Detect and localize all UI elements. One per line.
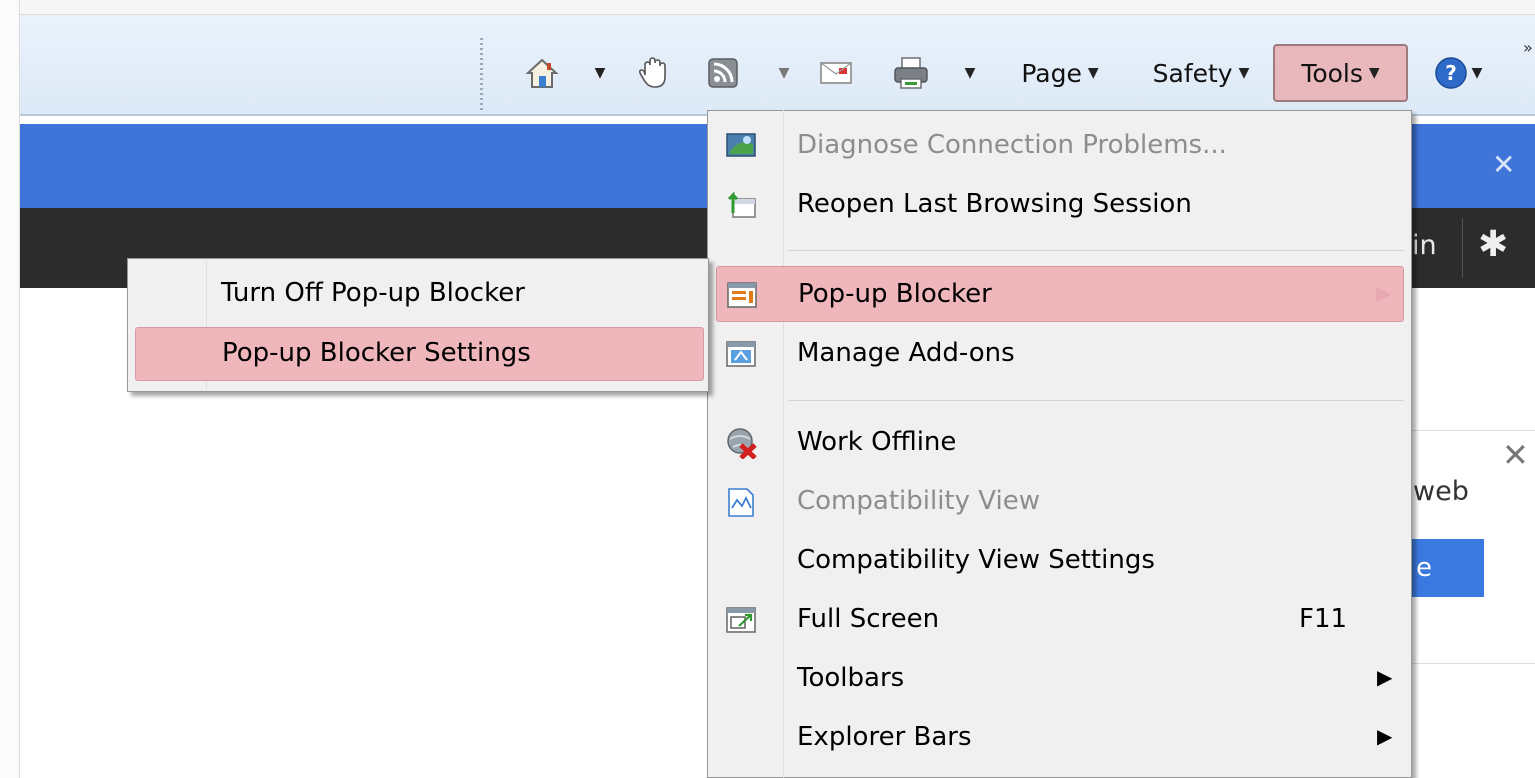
print-button[interactable] xyxy=(888,50,934,96)
home-dropdown-arrow[interactable]: ▼ xyxy=(590,50,610,96)
chevron-down-icon: ▼ xyxy=(1238,65,1250,81)
safety-menu-label: Safety xyxy=(1152,58,1233,88)
menu-item-compatibility-view[interactable]: Compatibility View xyxy=(709,474,1409,530)
menu-item-label: Toolbars xyxy=(797,663,905,693)
menu-item-toolbars[interactable]: Toolbars ▶ xyxy=(709,651,1409,707)
window-top-edge xyxy=(0,0,1535,15)
chevron-down-icon: ▼ xyxy=(1471,65,1483,81)
menu-item-work-offline[interactable]: Work Offline xyxy=(709,415,1409,471)
menu-item-label: Explorer Bars xyxy=(797,722,972,752)
page-menu-label: Page xyxy=(1021,58,1082,88)
hand-icon xyxy=(638,57,666,88)
sign-in-link[interactable]: in xyxy=(1412,230,1437,261)
svg-text:?: ? xyxy=(1445,61,1457,85)
submenu-arrow-icon: ▶ xyxy=(1377,665,1393,689)
tools-menu-label: Tools xyxy=(1301,58,1363,88)
submenu-arrow-icon: ▶ xyxy=(1377,724,1393,748)
reopen-session-icon xyxy=(727,191,756,218)
safety-menu-button[interactable]: Safety ▼ xyxy=(1138,50,1264,96)
work-offline-icon xyxy=(727,428,757,459)
notification-button-label: e xyxy=(1416,553,1432,583)
menu-item-popup-blocker-settings[interactable]: Pop-up Blocker Settings xyxy=(135,327,704,381)
web-slice-button[interactable] xyxy=(632,50,676,96)
menu-item-label: Pop-up Blocker xyxy=(798,279,992,309)
menu-item-label: Compatibility View Settings xyxy=(797,545,1155,575)
menu-item-compatibility-view-settings[interactable]: Compatibility View Settings xyxy=(709,533,1409,589)
popup-blocker-icon xyxy=(727,282,757,308)
close-icon[interactable]: ✕ xyxy=(1502,436,1529,474)
feeds-button[interactable] xyxy=(703,50,743,96)
manage-addons-icon xyxy=(726,341,756,367)
submenu-arrow-icon: ▶ xyxy=(1376,281,1392,305)
page-menu-button[interactable]: Page ▼ xyxy=(1004,50,1116,96)
chevron-down-icon: ▼ xyxy=(1087,65,1099,81)
home-button[interactable] xyxy=(520,50,564,96)
print-dropdown-arrow[interactable]: ▼ xyxy=(960,50,980,96)
menu-item-manage-addons[interactable]: Manage Add-ons xyxy=(709,326,1409,382)
menu-item-diagnose-connection[interactable]: Diagnose Connection Problems... xyxy=(709,118,1409,174)
home-icon xyxy=(525,58,559,88)
gear-icon[interactable]: ✱ xyxy=(1478,224,1508,265)
help-menu-button[interactable]: ? ▼ xyxy=(1420,50,1496,96)
menu-item-label: Diagnose Connection Problems... xyxy=(797,130,1227,160)
menu-item-popup-blocker[interactable]: Pop-up Blocker ▶ xyxy=(716,266,1404,322)
mail-icon xyxy=(820,62,852,84)
feeds-dropdown-arrow[interactable]: ▼ xyxy=(774,50,794,96)
tools-menu-button[interactable]: Tools ▼ xyxy=(1273,44,1408,102)
menu-item-label: Turn Off Pop-up Blocker xyxy=(221,278,525,308)
read-mail-button[interactable] xyxy=(816,50,856,96)
menu-item-label: Reopen Last Browsing Session xyxy=(797,189,1192,219)
chevron-down-icon: ▼ xyxy=(1368,65,1380,81)
menu-item-turn-off-popup-blocker[interactable]: Turn Off Pop-up Blocker xyxy=(135,268,704,322)
menu-item-label: Work Offline xyxy=(797,427,957,457)
menu-item-reopen-session[interactable]: Reopen Last Browsing Session xyxy=(709,177,1409,233)
menu-separator xyxy=(788,400,1404,401)
diagnose-icon xyxy=(726,133,756,157)
toolbar-grip[interactable] xyxy=(480,38,483,110)
toolbar-overflow-chevron[interactable]: » xyxy=(1523,38,1533,57)
menu-item-shortcut: F11 xyxy=(1299,604,1348,634)
notification-text: web xyxy=(1413,476,1469,507)
rss-feed-icon xyxy=(708,58,738,88)
printer-icon xyxy=(894,57,928,89)
menu-item-explorer-bars[interactable]: Explorer Bars ▶ xyxy=(709,710,1409,766)
menu-separator xyxy=(788,250,1404,251)
menu-item-label: Pop-up Blocker Settings xyxy=(222,338,531,368)
nav-divider xyxy=(1462,218,1463,278)
window-left-edge xyxy=(0,0,20,778)
compatibility-view-icon xyxy=(728,488,754,517)
close-icon[interactable]: ✕ xyxy=(1492,148,1515,181)
notification-button[interactable]: e xyxy=(1412,539,1484,597)
full-screen-icon xyxy=(726,607,756,633)
menu-item-label: Full Screen xyxy=(797,604,940,634)
menu-item-full-screen[interactable]: Full Screen F11 xyxy=(709,592,1409,648)
help-icon: ? xyxy=(1434,57,1467,89)
menu-item-label: Manage Add-ons xyxy=(797,338,1015,368)
menu-item-label: Compatibility View xyxy=(797,486,1040,516)
